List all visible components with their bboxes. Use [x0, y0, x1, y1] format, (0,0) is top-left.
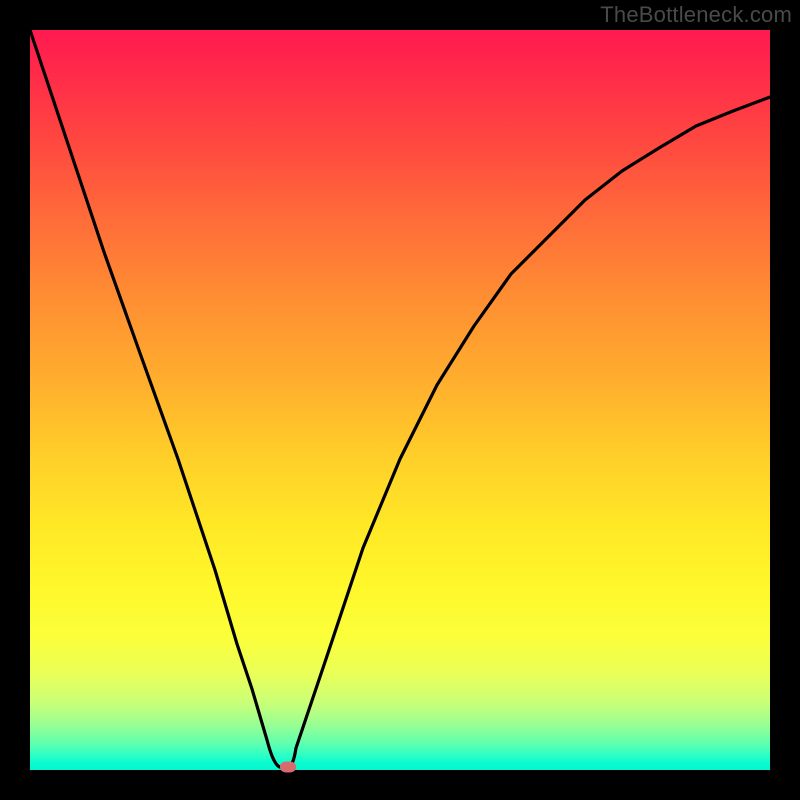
- bottleneck-curve: [30, 30, 770, 770]
- watermark-text: TheBottleneck.com: [600, 2, 792, 28]
- chart-plot-area: [30, 30, 770, 770]
- curve-path: [30, 30, 770, 768]
- marker-dot: [280, 762, 296, 773]
